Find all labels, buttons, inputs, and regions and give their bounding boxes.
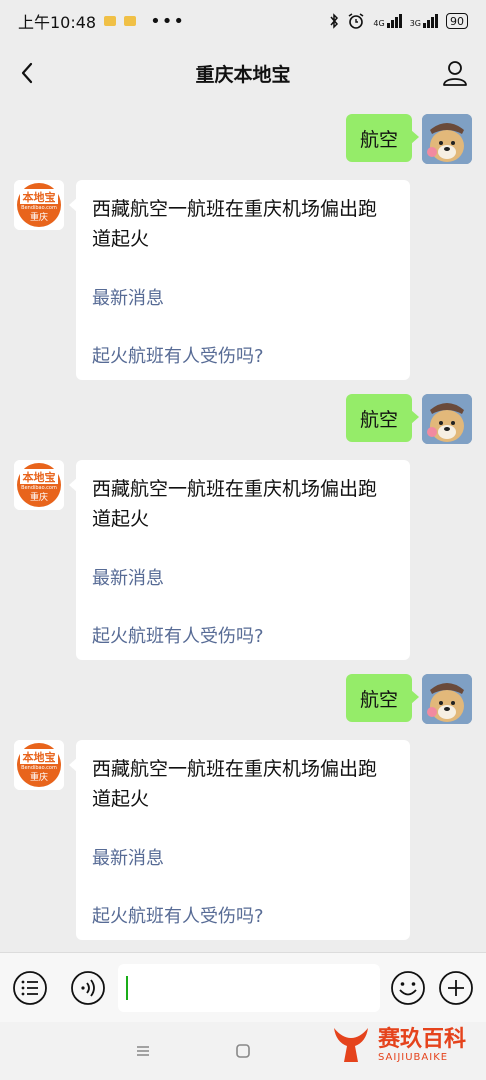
- home-icon[interactable]: [234, 1042, 252, 1060]
- bot-logo-text: 本地宝: [23, 470, 56, 484]
- bot-logo-text: 本地宝: [23, 190, 56, 204]
- reply-link-latest[interactable]: 最新消息: [92, 564, 164, 590]
- sent-bubble[interactable]: 航空: [345, 394, 420, 442]
- reply-title: 西藏航空一航班在重庆机场偏出跑道起火: [92, 198, 378, 250]
- user-avatar[interactable]: [422, 114, 472, 164]
- input-bar: [0, 952, 486, 1022]
- bot-logo-sub: Bendibao.com: [21, 765, 57, 771]
- bluetooth-icon: [330, 13, 339, 29]
- bot-logo-city: 重庆: [30, 491, 48, 503]
- watermark-logo: 赛玖百科 SAIJIUBAIKE: [328, 1016, 478, 1074]
- sent-bubble[interactable]: 航空: [345, 674, 420, 722]
- bot-logo-city: 重庆: [30, 211, 48, 223]
- bot-logo-sub: Bendibao.com: [21, 205, 57, 211]
- chat-header: 重庆本地宝: [0, 42, 486, 104]
- reply-link-injury[interactable]: 起火航班有人受伤吗?: [92, 342, 264, 368]
- user-avatar[interactable]: [422, 394, 472, 444]
- bot-logo-text: 本地宝: [23, 750, 56, 764]
- more-notifications: •••: [150, 10, 185, 32]
- reply-link-latest[interactable]: 最新消息: [92, 844, 164, 870]
- plus-icon[interactable]: [438, 970, 474, 1006]
- received-message[interactable]: 本地宝 Bendibao.com 重庆 西藏航空一航班在重庆机场偏出跑道起火 最…: [14, 460, 410, 660]
- bot-avatar[interactable]: 本地宝 Bendibao.com 重庆: [14, 740, 64, 790]
- reply-link-injury[interactable]: 起火航班有人受伤吗?: [92, 622, 264, 648]
- bot-avatar[interactable]: 本地宝 Bendibao.com 重庆: [14, 460, 64, 510]
- reply-card: 西藏航空一航班在重庆机场偏出跑道起火 最新消息 起火航班有人受伤吗?: [69, 740, 410, 940]
- network-type-label: 3G: [409, 19, 421, 28]
- message-input[interactable]: [118, 964, 380, 1012]
- reply-link-latest[interactable]: 最新消息: [92, 284, 164, 310]
- bot-avatar[interactable]: 本地宝 Bendibao.com 重庆: [14, 180, 64, 230]
- voice-icon[interactable]: [70, 970, 106, 1006]
- reply-card: 西藏航空一航班在重庆机场偏出跑道起火 最新消息 起火航班有人受伤吗?: [69, 180, 410, 380]
- received-message[interactable]: 本地宝 Bendibao.com 重庆 西藏航空一航班在重庆机场偏出跑道起火 最…: [14, 180, 410, 380]
- reply-title: 西藏航空一航班在重庆机场偏出跑道起火: [92, 758, 378, 810]
- signal-icon: [386, 14, 402, 28]
- bot-logo-city: 重庆: [30, 771, 48, 783]
- battery-indicator: 90: [446, 13, 468, 29]
- alarm-icon: [348, 13, 364, 29]
- reply-title: 西藏航空一航班在重庆机场偏出跑道起火: [92, 478, 378, 530]
- chevron-left-icon[interactable]: [14, 58, 44, 88]
- bot-logo-sub: Bendibao.com: [21, 485, 57, 491]
- emoji-icon[interactable]: [390, 970, 426, 1006]
- sent-bubble[interactable]: 航空: [345, 114, 420, 162]
- sent-message[interactable]: 航空: [345, 674, 472, 724]
- status-time: 上午10:48: [18, 13, 97, 32]
- notification-icon: [124, 16, 137, 26]
- signal-icon: [423, 14, 438, 28]
- watermark-sub: SAIJIUBAIKE: [378, 1051, 449, 1063]
- notification-icon: [104, 16, 117, 26]
- text-caret: [126, 976, 128, 1000]
- sent-message[interactable]: 航空: [345, 114, 472, 164]
- status-bar: 上午10:48 ••• 4G 3G 90: [0, 0, 486, 42]
- received-message[interactable]: 本地宝 Bendibao.com 重庆 西藏航空一航班在重庆机场偏出跑道起火 最…: [14, 740, 410, 940]
- page-title: 重庆本地宝: [195, 63, 291, 86]
- sent-message[interactable]: 航空: [345, 394, 472, 444]
- watermark-main: 赛玖百科: [378, 1026, 467, 1052]
- person-icon[interactable]: [440, 58, 470, 88]
- menu-list-icon[interactable]: [12, 970, 48, 1006]
- user-avatar[interactable]: [422, 674, 472, 724]
- recent-apps-icon[interactable]: [134, 1042, 152, 1060]
- chat-message-list[interactable]: 航空 本地宝 Bendibao.com 重庆 西藏航空一航班在重庆机场偏出跑道起…: [0, 104, 486, 952]
- whale-tail-icon: [334, 1028, 368, 1062]
- reply-link-injury[interactable]: 起火航班有人受伤吗?: [92, 902, 264, 928]
- reply-card: 西藏航空一航班在重庆机场偏出跑道起火 最新消息 起火航班有人受伤吗?: [69, 460, 410, 660]
- network-type-label: 4G: [373, 19, 385, 28]
